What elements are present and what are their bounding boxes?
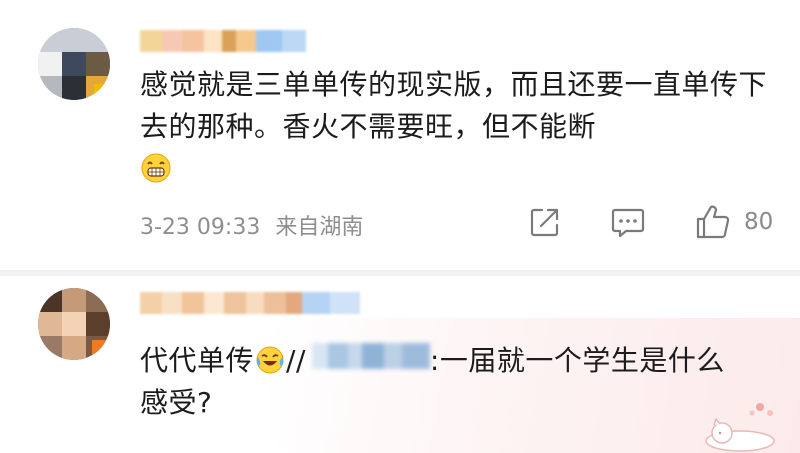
comment-text-body: 感觉就是三单单传的现实版，而且还要一直单传下去的那种。香火不需要旺，但不能断 — [140, 68, 768, 143]
comment-date: 3-23 09:33 — [140, 215, 261, 240]
comment-item: 代代单传 //:一届就一个学生是什么感受? — [0, 276, 800, 453]
comment-text: 感觉就是三单单传的现实版，而且还要一直单传下去的那种。香火不需要旺，但不能断 — [140, 64, 780, 190]
comment-bubble-icon[interactable] — [610, 205, 646, 239]
comment-text-body: 代代单传 — [140, 344, 255, 377]
comment-location: 来自湖南 — [275, 215, 364, 240]
thumbs-up-icon[interactable] — [694, 203, 732, 241]
avatar[interactable] — [38, 28, 110, 100]
username[interactable] — [140, 292, 390, 314]
comment-item: 感觉就是三单单传的现实版，而且还要一直单传下去的那种。香火不需要旺，但不能断 3… — [0, 0, 800, 270]
username[interactable] — [140, 30, 310, 52]
repost-marker: // — [286, 344, 306, 377]
share-box-icon[interactable] — [528, 205, 562, 239]
comment-text: 代代单传 //:一届就一个学生是什么感受? — [140, 340, 740, 424]
tears-of-joy-emoji — [256, 346, 284, 374]
grin-emoji — [141, 153, 171, 183]
quoted-username[interactable] — [311, 343, 430, 369]
like-count: 80 — [744, 209, 774, 235]
avatar[interactable] — [38, 288, 110, 360]
cat-sticker-icon — [705, 403, 775, 452]
comment-meta: 3-23 09:33 来自湖南 — [140, 209, 363, 241]
